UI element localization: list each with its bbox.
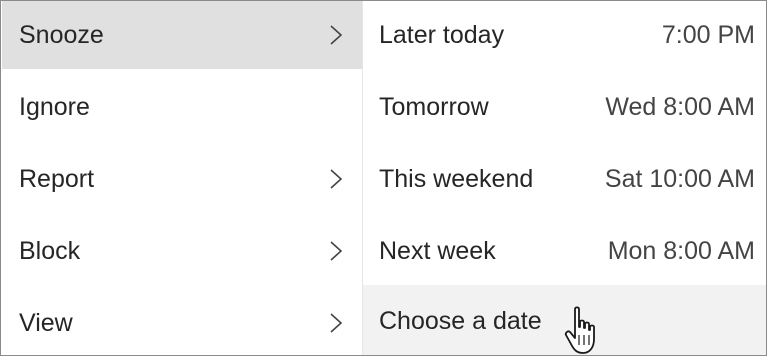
menu-item-label: Report [19,164,95,193]
chevron-right-icon [328,167,344,191]
snooze-option-time: Mon 8:00 AM [607,236,755,265]
menu-item-ignore[interactable]: Ignore [2,73,362,141]
hand-pointer-icon [563,305,603,355]
snooze-option-time: Sat 10:00 AM [604,164,755,193]
snooze-option-later-today[interactable]: Later today 7:00 PM [363,1,766,69]
snooze-option-label: Tomorrow [379,92,489,121]
menu-item-label: Snooze [19,20,104,49]
snooze-option-this-weekend[interactable]: This weekend Sat 10:00 AM [363,145,766,213]
snooze-option-label: Later today [379,20,505,49]
snooze-option-label: This weekend [379,164,534,193]
menu-item-label: View [19,308,73,337]
menu-item-snooze[interactable]: Snooze [2,1,362,69]
menu-item-report[interactable]: Report [2,145,362,213]
main-menu: Snooze Ignore Report Block View [2,1,362,355]
menu-item-label: Block [19,236,81,265]
chevron-right-icon [328,311,344,335]
chevron-right-icon [328,239,344,263]
menu-item-label: Ignore [19,92,90,121]
context-menu: Snooze Ignore Report Block View Later to… [0,0,767,356]
snooze-option-label: Next week [379,236,496,265]
menu-item-view[interactable]: View [2,289,362,355]
chevron-right-icon [328,23,344,47]
snooze-option-time: Wed 8:00 AM [605,92,755,121]
snooze-submenu: Later today 7:00 PM Tomorrow Wed 8:00 AM… [362,1,766,355]
snooze-option-time: 7:00 PM [661,20,755,49]
snooze-option-next-week[interactable]: Next week Mon 8:00 AM [363,217,766,285]
menu-item-block[interactable]: Block [2,217,362,285]
snooze-option-tomorrow[interactable]: Tomorrow Wed 8:00 AM [363,73,766,141]
